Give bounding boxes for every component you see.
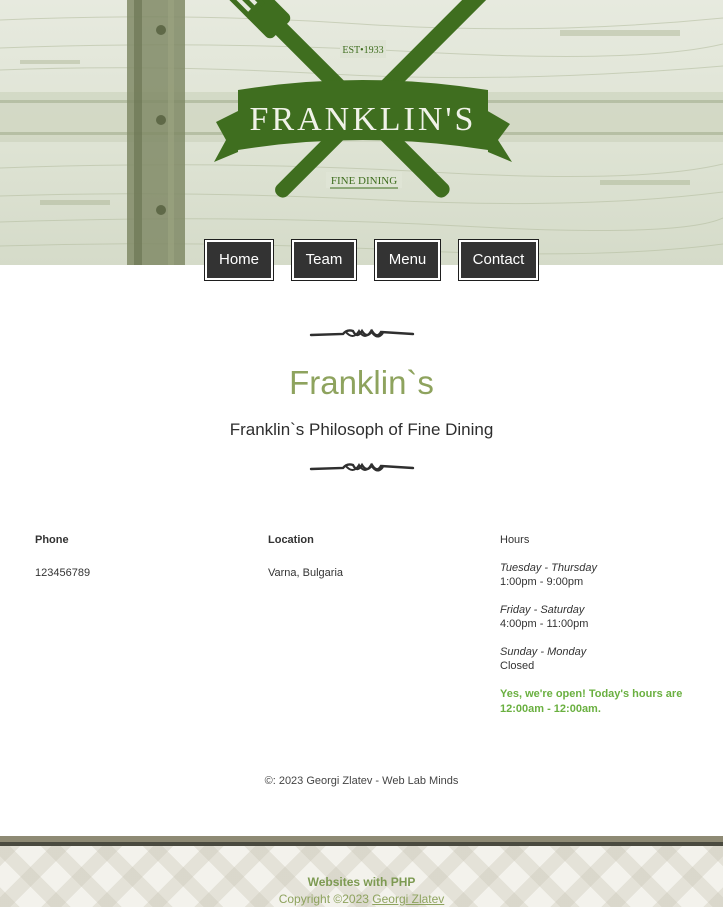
logo-name: FRANKLIN'S	[250, 101, 477, 138]
hours-block: Friday - Saturday 4:00pm - 11:00pm	[500, 603, 700, 631]
main-nav: Home Team Menu Contact	[0, 239, 723, 281]
hours-block: Tuesday - Thursday 1:00pm - 9:00pm	[500, 561, 700, 589]
hours-time: 1:00pm - 9:00pm	[500, 576, 584, 588]
nav-team-button[interactable]: Team	[291, 239, 357, 281]
footer-copyright-text: Copyright ©2023	[278, 892, 373, 906]
hours-time: 4:00pm - 11:00pm	[500, 618, 589, 630]
footer-title: Websites with PHP	[307, 875, 416, 889]
location-value: Varna, Bulgaria	[268, 567, 344, 579]
phone-section: Phone 123456789	[35, 533, 235, 580]
franklins-logo: FRANKLIN'S EST•1933 FINE DINING	[214, 0, 512, 198]
hours-label: Hours	[500, 534, 530, 546]
page: FRANKLIN'S EST•1933 FINE DINING Home Tea…	[0, 0, 723, 907]
phone-value: 123456789	[35, 567, 91, 579]
location-label: Location	[268, 534, 314, 546]
author-link[interactable]: Georgi Zlatev	[372, 892, 444, 906]
hours-days: Sunday - Monday	[500, 646, 587, 658]
hours-days: Tuesday - Thursday	[500, 562, 598, 574]
open-status-note: Yes, we're open! Today's hours are 12:00…	[500, 688, 683, 715]
page-copyright: ©: 2023 Georgi Zlatev - Web Lab Minds	[264, 775, 459, 787]
page-title: Franklin`s	[289, 364, 434, 401]
divider-ornament-bottom	[309, 462, 415, 472]
site-footer: Websites with PHP Copyright ©2023 Georgi…	[0, 846, 723, 907]
hours-days: Friday - Saturday	[500, 604, 585, 616]
nav-menu-button[interactable]: Menu	[374, 239, 441, 281]
phone-label: Phone	[35, 534, 69, 546]
footer-copyright: Copyright ©2023 Georgi Zlatev	[0, 892, 723, 906]
location-section: Location Varna, Bulgaria	[268, 533, 468, 580]
logo-tagline: FINE DINING	[331, 175, 397, 187]
hours-block: Sunday - Monday Closed	[500, 645, 700, 673]
divider-ornament-top	[309, 328, 415, 338]
hours-time: Closed	[500, 660, 535, 672]
logo-est: EST•1933	[342, 45, 383, 56]
hero-banner: FRANKLIN'S EST•1933 FINE DINING	[0, 0, 723, 265]
hours-section: Hours Tuesday - Thursday 1:00pm - 9:00pm…	[500, 533, 700, 717]
page-subtitle: Franklin`s Philosoph of Fine Dining	[229, 420, 494, 439]
nav-home-button[interactable]: Home	[204, 239, 274, 281]
nav-contact-button[interactable]: Contact	[458, 239, 539, 281]
